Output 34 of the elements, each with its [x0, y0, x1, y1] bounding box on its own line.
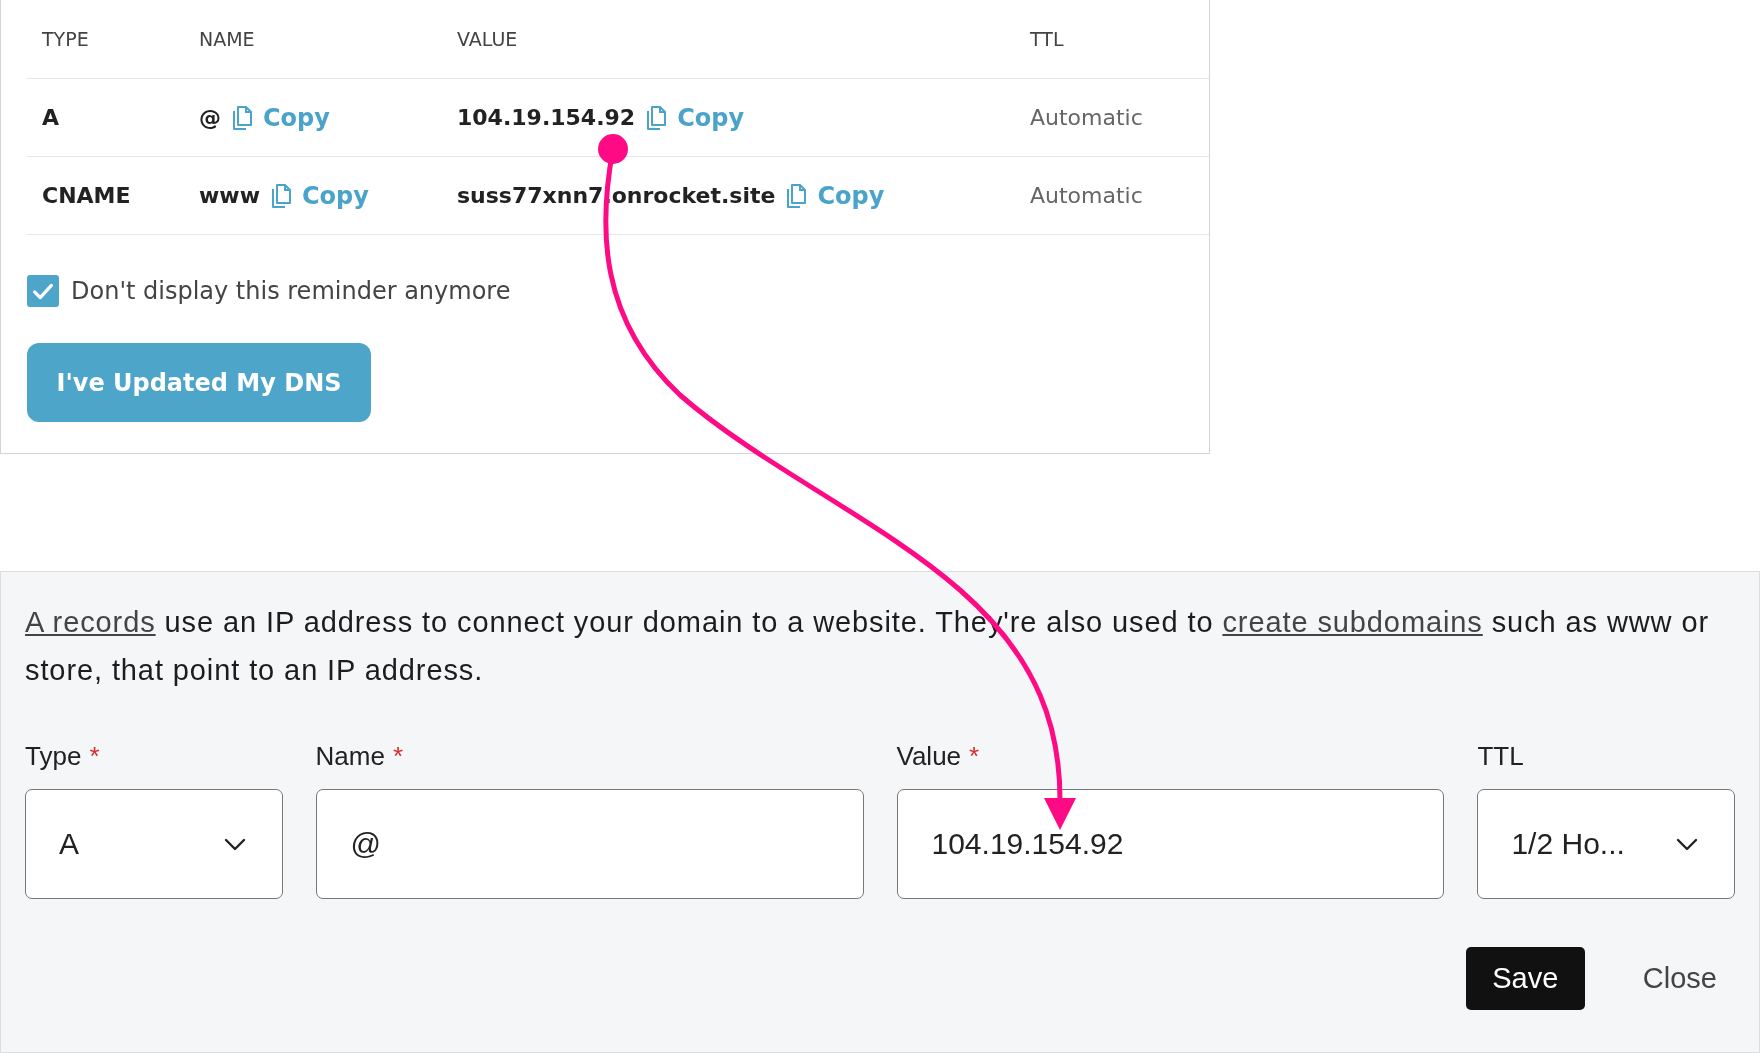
chevron-down-icon: [1676, 836, 1698, 852]
help-link[interactable]: create subdomains: [1222, 606, 1483, 638]
checkbox-label: Don't display this reminder anymore: [71, 277, 511, 305]
field-label: TTL: [1477, 741, 1524, 772]
select-field[interactable]: 1/2 Ho...: [1477, 789, 1735, 899]
table-cell-text: Automatic: [1030, 105, 1144, 130]
close-button[interactable]: Close: [1642, 962, 1717, 995]
input-field[interactable]: @: [315, 789, 864, 899]
table-cell: @: [199, 105, 221, 130]
help-link[interactable]: A records: [25, 606, 156, 638]
column-header: NAME: [199, 28, 256, 50]
required-mark: *: [89, 741, 100, 772]
required-mark: *: [969, 741, 980, 772]
checkbox[interactable]: [27, 275, 59, 307]
input-field[interactable]: 104.19.154.92: [896, 789, 1445, 899]
copy-icon: [270, 182, 292, 209]
select-field[interactable]: A: [25, 789, 283, 899]
required-mark: *: [392, 741, 404, 772]
copy-icon: [231, 104, 253, 131]
field-label: Name: [315, 741, 385, 772]
table-cell-text: Automatic: [1030, 183, 1144, 208]
column-header: VALUE: [457, 28, 519, 50]
field-label: Type: [25, 741, 82, 772]
table-cell: 104.19.154.92: [457, 105, 636, 130]
column-header: TYPE: [42, 28, 90, 50]
column-header: TTL: [1030, 28, 1065, 50]
copy-icon: [645, 104, 668, 131]
table-cell-text: A: [42, 105, 61, 130]
table-cell-text: CNAME: [42, 183, 132, 208]
copy-icon: [785, 182, 808, 209]
table-cell: www: [199, 183, 260, 208]
chevron-down-icon: [223, 836, 246, 852]
field-label: Value: [896, 741, 962, 772]
save-button[interactable]: Save: [1465, 947, 1585, 1010]
